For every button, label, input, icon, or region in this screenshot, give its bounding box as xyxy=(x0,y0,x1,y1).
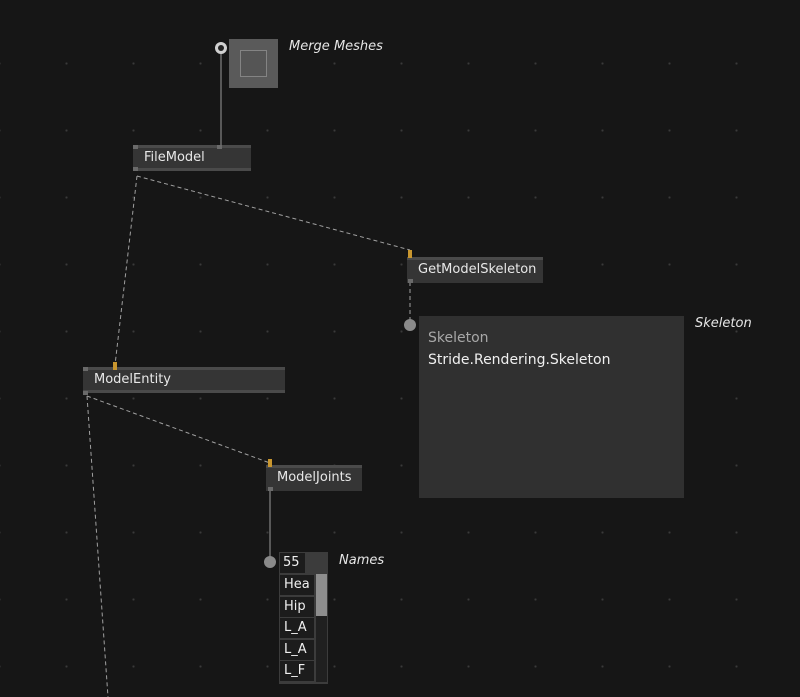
names-scrollbar[interactable] xyxy=(316,574,327,682)
pin-bar xyxy=(83,390,285,393)
filemodel-label: FileModel xyxy=(144,150,205,165)
toggle-square-icon xyxy=(240,50,267,77)
link-filemodel-to-modelentity[interactable] xyxy=(114,175,138,366)
names-input-pin[interactable] xyxy=(264,556,276,568)
input-pin-active[interactable] xyxy=(268,459,272,467)
pin-bar xyxy=(407,257,543,260)
input-pin[interactable] xyxy=(217,145,222,149)
names-count[interactable]: 55 xyxy=(280,553,305,573)
modelentity-label: ModelEntity xyxy=(94,372,171,387)
inspector-value: Stride.Rendering.Skeleton xyxy=(428,352,611,368)
list-item[interactable]: L_F xyxy=(280,661,314,681)
list-item[interactable]: L_A xyxy=(280,640,314,660)
filemodel-node[interactable]: FileModel xyxy=(133,145,251,171)
modelentity-node[interactable]: ModelEntity xyxy=(83,362,285,395)
output-pin[interactable] xyxy=(408,279,413,283)
pin-bar xyxy=(133,145,251,148)
names-scroll-thumb[interactable] xyxy=(316,574,327,616)
pin-bar xyxy=(266,465,362,468)
pin-bar xyxy=(133,168,251,171)
list-item[interactable]: Hea xyxy=(280,575,314,595)
skeleton-label: Skeleton xyxy=(695,316,752,331)
merge-meshes-toggle[interactable] xyxy=(229,39,278,88)
modeljoints-node[interactable]: ModelJoints xyxy=(266,459,362,491)
link-filemodel-to-getmodelskeleton[interactable] xyxy=(136,175,411,251)
merge-meshes-label: Merge Meshes xyxy=(289,39,383,54)
input-pin-active[interactable] xyxy=(408,250,412,258)
list-item[interactable]: Hip xyxy=(280,597,314,617)
list-item[interactable]: L_A xyxy=(280,618,314,638)
getmodelskeleton-node[interactable]: GetModelSkeleton xyxy=(407,250,543,283)
merge-meshes-output-pin[interactable] xyxy=(215,42,227,54)
link-modelentity-downward[interactable] xyxy=(86,395,109,697)
skeleton-input-pin[interactable] xyxy=(404,319,416,331)
getmodelskeleton-label: GetModelSkeleton xyxy=(418,262,537,277)
input-pin[interactable] xyxy=(133,145,138,149)
patch-canvas[interactable]: Merge Meshes FileModel GetModelSkeleton … xyxy=(0,0,800,697)
output-pin[interactable] xyxy=(133,167,138,171)
link-modelentity-to-modeljoints[interactable] xyxy=(86,395,271,464)
modeljoints-label: ModelJoints xyxy=(277,470,352,485)
output-pin[interactable] xyxy=(83,391,88,395)
input-pin[interactable] xyxy=(83,367,88,371)
names-listbox[interactable]: 55 Hea Hip L_A L_A L_F xyxy=(279,552,328,684)
inspector-title: Skeleton xyxy=(428,330,489,346)
output-pin[interactable] xyxy=(268,487,273,491)
names-label: Names xyxy=(339,553,385,568)
skeleton-inspector[interactable]: Skeleton Stride.Rendering.Skeleton xyxy=(419,316,684,498)
input-pin-active[interactable] xyxy=(113,362,117,370)
